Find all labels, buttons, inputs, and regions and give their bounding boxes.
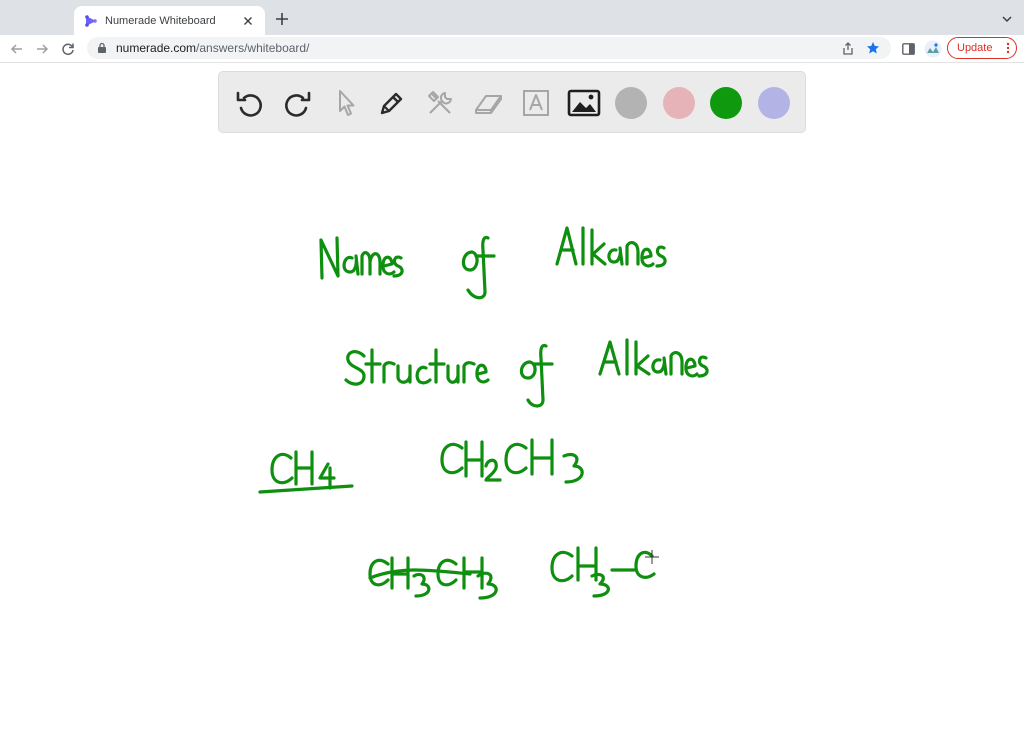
handwriting-ch4 xyxy=(258,450,354,494)
address-bar: numerade.com/answers/whiteboard/ Update xyxy=(0,35,1024,63)
tab-title: Numerade Whiteboard xyxy=(105,14,216,27)
forward-icon[interactable] xyxy=(33,40,51,58)
profile-avatar-icon[interactable] xyxy=(924,40,942,58)
text-icon[interactable] xyxy=(519,86,553,120)
bookmark-star-icon[interactable] xyxy=(865,40,881,56)
whiteboard-toolbar xyxy=(218,71,806,133)
more-vert-icon xyxy=(1006,42,1010,54)
url-field[interactable]: numerade.com/answers/whiteboard/ xyxy=(87,37,891,59)
pointer-icon[interactable] xyxy=(328,86,362,120)
update-button[interactable]: Update xyxy=(947,37,1017,59)
lock-icon[interactable] xyxy=(97,42,107,54)
side-panel-icon[interactable] xyxy=(899,40,917,58)
color-swatch-green[interactable] xyxy=(710,87,742,119)
tab-strip: Numerade Whiteboard xyxy=(0,0,1024,35)
new-tab-icon[interactable] xyxy=(274,11,290,27)
url-path: /answers/whiteboard/ xyxy=(196,41,310,55)
back-icon[interactable] xyxy=(8,40,26,58)
color-swatch-lavender[interactable] xyxy=(758,87,790,119)
handwriting-ch3-c xyxy=(550,546,656,598)
update-label: Update xyxy=(957,42,993,54)
whiteboard-canvas[interactable] xyxy=(0,134,1024,732)
url-host: numerade.com xyxy=(116,41,197,55)
handwriting-line-1 xyxy=(319,226,667,300)
image-icon[interactable] xyxy=(567,86,601,120)
close-tab-icon[interactable] xyxy=(241,14,255,28)
eraser-icon[interactable] xyxy=(471,86,505,120)
color-swatch-pink[interactable] xyxy=(663,87,695,119)
reload-icon[interactable] xyxy=(59,40,77,58)
handwriting-ch3ch3-crossed xyxy=(368,556,498,600)
handwriting-line-2 xyxy=(344,338,709,408)
color-swatch-gray[interactable] xyxy=(615,87,647,119)
numerade-favicon-icon xyxy=(84,14,98,28)
tools-icon[interactable] xyxy=(423,86,457,120)
pen-icon[interactable] xyxy=(375,86,409,120)
chevron-down-icon[interactable] xyxy=(999,11,1015,27)
redo-icon[interactable] xyxy=(280,86,314,120)
undo-icon[interactable] xyxy=(233,86,267,120)
share-icon[interactable] xyxy=(840,40,856,56)
url-text: numerade.com/answers/whiteboard/ xyxy=(116,41,831,55)
browser-tab[interactable]: Numerade Whiteboard xyxy=(74,6,265,35)
handwriting-ch2ch3 xyxy=(440,438,584,484)
